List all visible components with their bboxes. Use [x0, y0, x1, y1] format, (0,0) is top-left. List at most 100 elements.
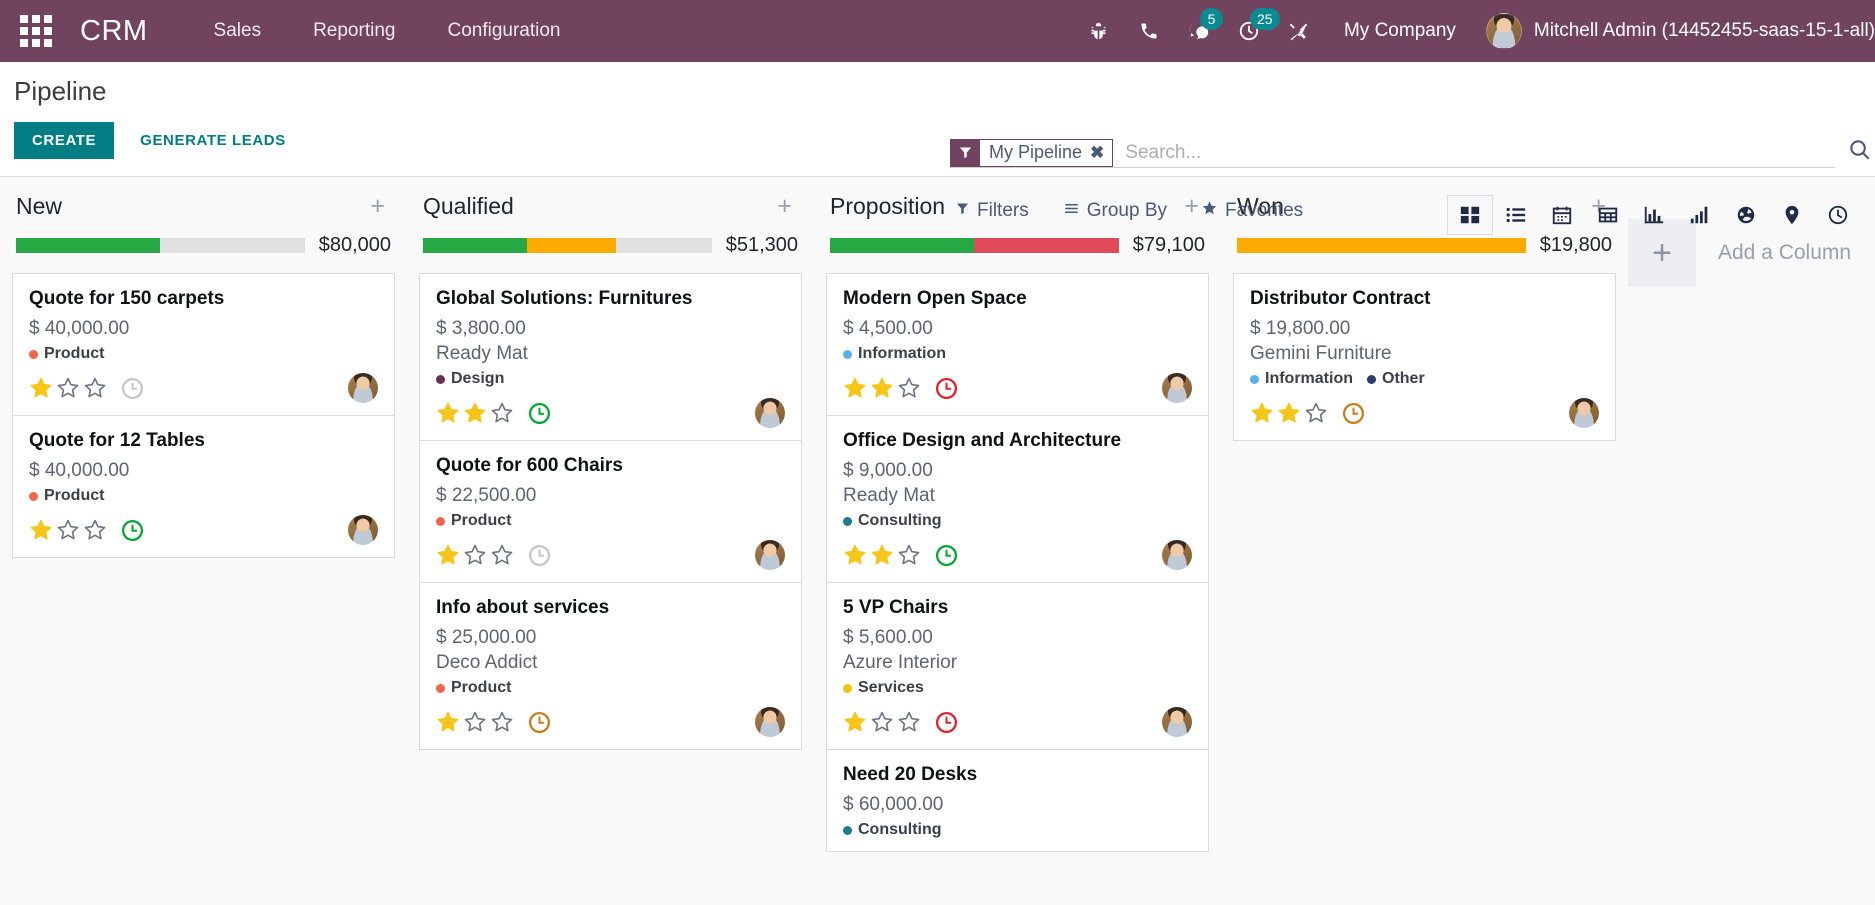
priority-stars[interactable] [1250, 401, 1328, 425]
card-tag: Product [436, 512, 511, 530]
add-card-icon[interactable]: + [771, 194, 798, 219]
priority-stars[interactable] [436, 543, 514, 567]
activity-red-clock-icon[interactable] [934, 710, 959, 735]
kanban-card[interactable]: Quote for 600 Chairs $ 22,500.00 Product [420, 441, 801, 583]
search-icon[interactable] [1848, 138, 1871, 166]
calendar-view-button[interactable] [1539, 195, 1585, 235]
tag-color-dot [1367, 374, 1376, 384]
avatar[interactable] [1569, 398, 1599, 428]
add-card-icon[interactable]: + [364, 194, 391, 219]
avatar[interactable] [348, 515, 378, 545]
column-progress-bar[interactable] [830, 238, 1119, 253]
search-facet-my-pipeline[interactable]: My Pipeline ✖ [950, 138, 1114, 167]
avatar[interactable] [1162, 707, 1192, 737]
kanban-board: New + $80,000 Quote for 150 carpets $ 40,000… [0, 177, 1875, 905]
search-input[interactable] [1113, 141, 1835, 164]
priority-stars[interactable] [843, 543, 921, 567]
column-card-list: Modern Open Space $ 4,500.00 Information Of… [826, 273, 1209, 852]
card-tag: Consulting [843, 821, 942, 839]
column-title: New [16, 193, 63, 219]
card-footer [29, 373, 378, 403]
activities-clock-icon[interactable]: 25 [1224, 0, 1280, 62]
phone-icon[interactable] [1124, 0, 1174, 62]
dashboard-view-button[interactable] [1723, 195, 1769, 235]
map-view-button[interactable] [1769, 195, 1815, 235]
tag-color-dot [436, 683, 445, 693]
control-panel: Pipeline CREATE GENERATE LEADS My Pipeli… [0, 62, 1875, 235]
column-card-list: Global Solutions: Furnitures $ 3,800.00 Re… [419, 273, 802, 750]
activity-view-button[interactable] [1815, 195, 1861, 235]
card-tag: Design [436, 370, 504, 388]
priority-stars[interactable] [29, 376, 107, 400]
nav-menu-sales[interactable]: Sales [188, 0, 288, 62]
avatar[interactable] [755, 398, 785, 428]
bug-icon[interactable] [1074, 0, 1124, 62]
graph-view-button[interactable] [1631, 195, 1677, 235]
app-brand-crm[interactable]: CRM [80, 15, 148, 48]
kanban-card[interactable]: Distributor Contract $ 19,800.00 Gemini Fu… [1234, 274, 1615, 440]
activity-gray-clock-icon[interactable] [120, 376, 145, 401]
top-navbar: CRM Sales Reporting Configuration 5 25 M… [0, 0, 1875, 62]
priority-stars[interactable] [29, 518, 107, 542]
column-progress-bar[interactable] [16, 238, 305, 253]
avatar[interactable] [1162, 373, 1192, 403]
apps-grid-icon[interactable] [14, 9, 58, 53]
column-progress-row: $19,800 [1233, 234, 1616, 257]
kanban-card[interactable]: Office Design and Architecture $ 9,000.00… [827, 416, 1208, 583]
card-partner: Ready Mat [436, 343, 528, 364]
favorites-menu-label: Favorites [1225, 200, 1304, 221]
kanban-card[interactable]: Global Solutions: Furnitures $ 3,800.00 Re… [420, 274, 801, 441]
activity-orange-clock-icon[interactable] [1341, 401, 1366, 426]
priority-stars[interactable] [436, 710, 514, 734]
close-icon[interactable]: ✖ [1088, 143, 1112, 163]
card-tag: Consulting [843, 512, 942, 530]
tag-label: Product [44, 487, 105, 504]
avatar[interactable] [755, 540, 785, 570]
activity-orange-clock-icon[interactable] [527, 710, 552, 735]
create-button[interactable]: CREATE [14, 122, 115, 159]
activity-green-clock-icon[interactable] [527, 401, 552, 426]
group-by-menu[interactable]: Group By [1063, 200, 1167, 222]
kanban-view-button[interactable] [1447, 195, 1493, 235]
card-tag-list: Product [436, 512, 785, 530]
kanban-card[interactable]: 5 VP Chairs $ 5,600.00 Azure Interior Servi… [827, 583, 1208, 750]
tag-label: Information [858, 345, 946, 362]
card-tag: Information [1250, 370, 1353, 388]
kanban-card[interactable]: Quote for 12 Tables $ 40,000.00 Product [13, 416, 394, 557]
generate-leads-button[interactable]: GENERATE LEADS [124, 122, 302, 159]
activity-green-clock-icon[interactable] [120, 518, 145, 543]
column-amount: $51,300 [725, 234, 798, 256]
kanban-card[interactable]: Info about services $ 25,000.00 Deco Addic… [420, 583, 801, 749]
activity-green-clock-icon[interactable] [934, 543, 959, 568]
avatar[interactable] [348, 373, 378, 403]
add-column-label[interactable]: Add a Column [1718, 241, 1851, 265]
kanban-card[interactable]: Need 20 Desks $ 60,000.00 Consulting [827, 750, 1208, 851]
kanban-card[interactable]: Modern Open Space $ 4,500.00 Information [827, 274, 1208, 416]
filters-menu[interactable]: Filters [955, 200, 1029, 222]
column-progress-bar[interactable] [1237, 238, 1526, 253]
tools-icon[interactable] [1274, 0, 1324, 62]
company-selector[interactable]: My Company [1324, 20, 1476, 42]
nav-menu-reporting[interactable]: Reporting [287, 0, 421, 62]
column-progress-bar[interactable] [423, 238, 712, 253]
activity-gray-clock-icon[interactable] [527, 543, 552, 568]
tag-color-dot [843, 349, 852, 359]
tag-label: Product [451, 512, 512, 529]
column-title: Proposition [830, 193, 946, 219]
activity-red-clock-icon[interactable] [934, 376, 959, 401]
priority-stars[interactable] [843, 710, 921, 734]
priority-stars[interactable] [843, 376, 921, 400]
avatar[interactable] [1162, 540, 1192, 570]
nav-menu-configuration[interactable]: Configuration [421, 0, 586, 62]
avatar[interactable] [755, 707, 785, 737]
priority-stars[interactable] [436, 401, 514, 425]
messages-icon[interactable]: 5 [1174, 0, 1224, 62]
user-menu[interactable]: Mitchell Admin (14452455-saas-15-1-all) [1476, 13, 1875, 49]
pivot-view-button[interactable] [1585, 195, 1631, 235]
list-view-button[interactable] [1493, 195, 1539, 235]
column-header: Qualified + [419, 187, 802, 220]
favorites-menu[interactable]: Favorites [1201, 200, 1303, 222]
tag-color-dot [29, 349, 38, 359]
kanban-card[interactable]: Quote for 150 carpets $ 40,000.00 Product [13, 274, 394, 416]
bar-chart-view-button[interactable] [1677, 195, 1723, 235]
